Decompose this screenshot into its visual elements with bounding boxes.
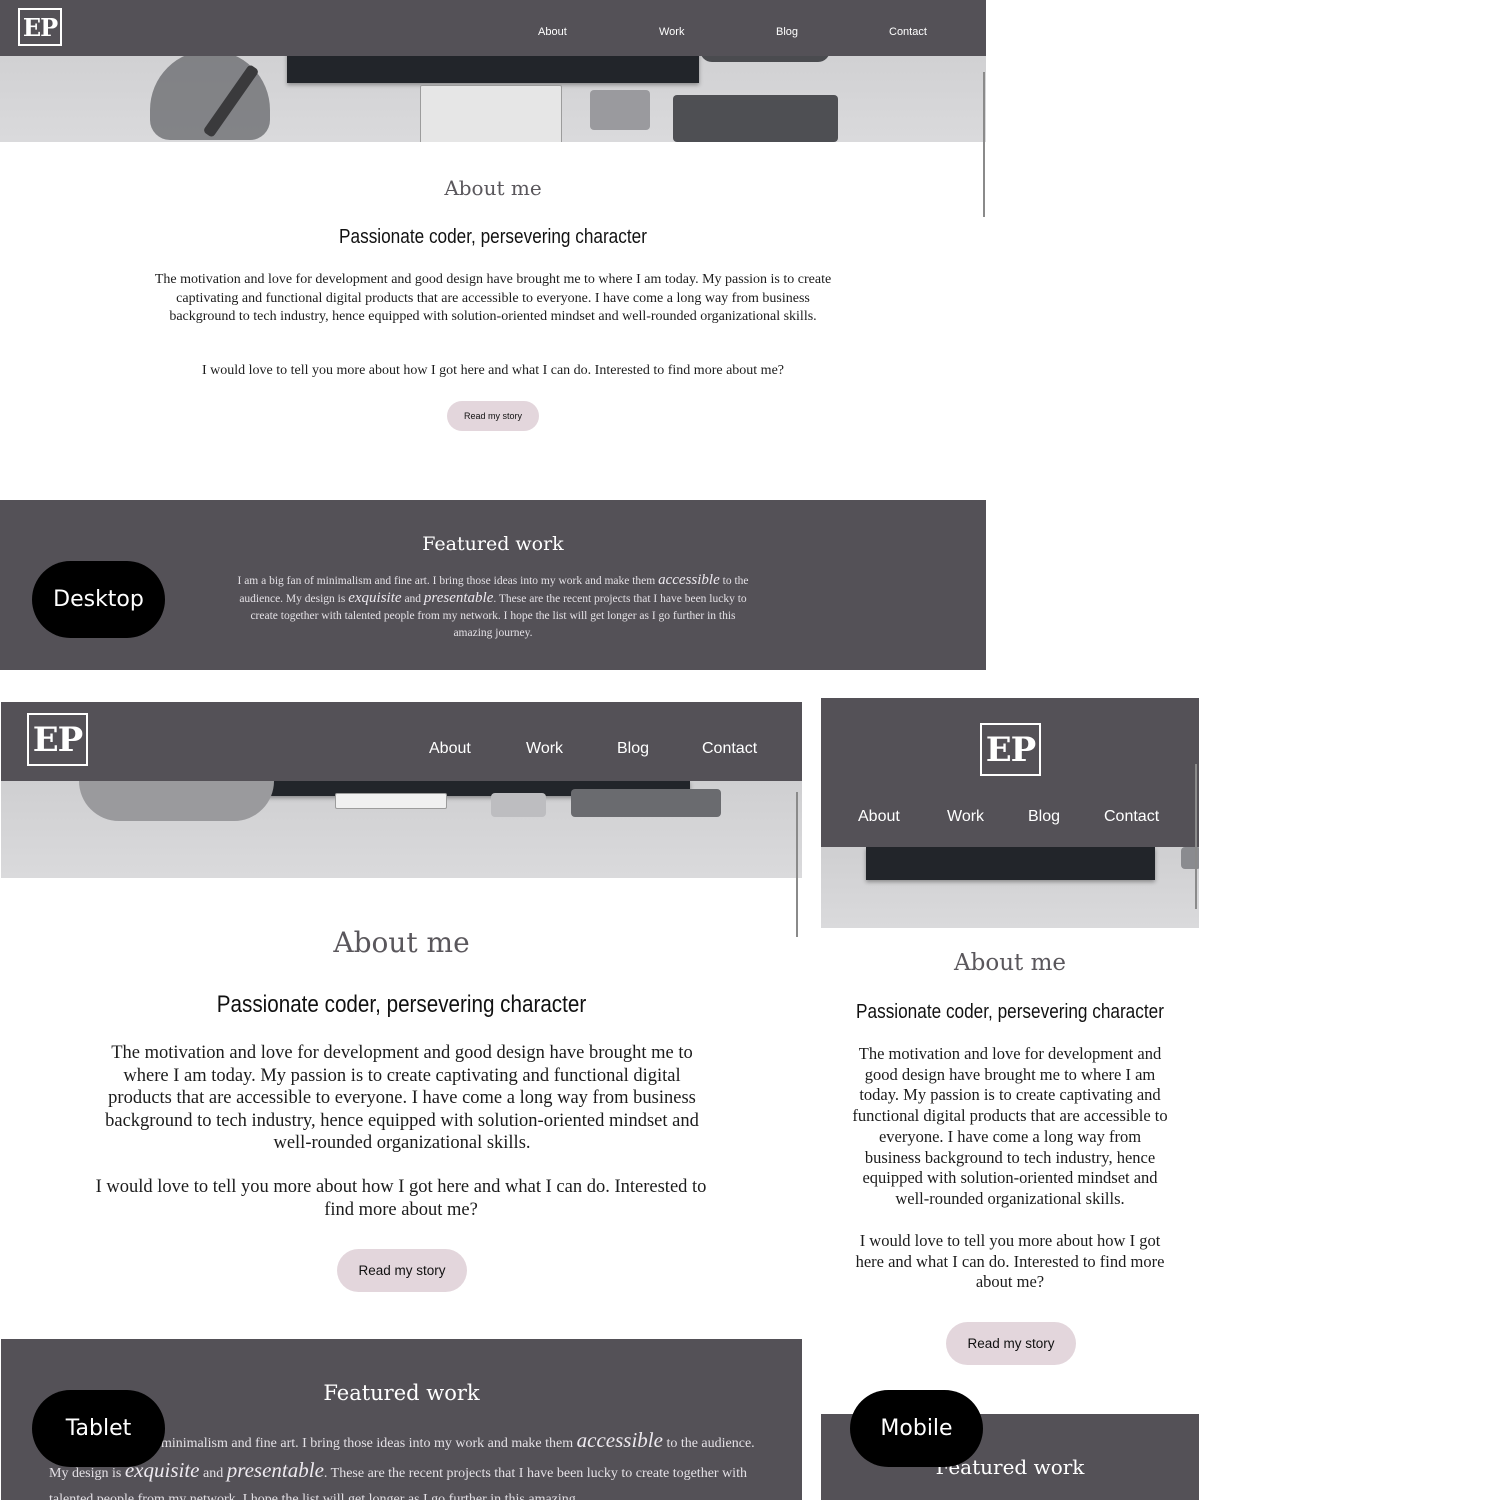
tablet-nav-work[interactable]: Work — [526, 740, 563, 758]
desktop-navbar: EP About Work Blog Contact — [0, 0, 986, 56]
mobile-nav-work[interactable]: Work — [947, 808, 984, 826]
desktop-featured-text: I am a big fan of minimalism and fine ar… — [237, 572, 749, 639]
desktop-featured-heading: Featured work — [422, 533, 564, 555]
mobile-nav-blog[interactable]: Blog — [1028, 808, 1060, 826]
mobile-nav-contact[interactable]: Contact — [1104, 808, 1159, 826]
tablet-hero-keyboard — [335, 793, 447, 809]
tablet-nav-contact[interactable]: Contact — [702, 740, 757, 758]
desktop-featured-em-accessible: accessible — [658, 572, 720, 588]
tablet-about-heading: About me — [333, 926, 470, 959]
desktop-about-subheading: Passionate coder, persevering character — [339, 226, 647, 248]
tablet-hero-image — [1, 781, 802, 878]
tablet-navbar: EP About Work Blog Contact — [1, 702, 802, 781]
tablet-hero-hand — [79, 781, 274, 821]
tablet-featured-em-accessible: accessible — [576, 1428, 663, 1452]
tablet-logo[interactable]: EP — [27, 713, 88, 766]
desktop-nav-contact[interactable]: Contact — [889, 26, 927, 38]
mobile-label: Mobile — [850, 1390, 983, 1467]
desktop-label: Desktop — [32, 561, 165, 638]
mobile-hero-image — [821, 847, 1199, 928]
mobile-hero-laptop — [866, 847, 1155, 880]
desktop-about-paragraph-1: The motivation and love for development … — [154, 272, 832, 324]
tablet-nav-blog[interactable]: Blog — [617, 740, 649, 758]
mobile-frame: EP About Work Blog Contact About me Pass… — [821, 698, 1199, 1500]
desktop-logo[interactable]: EP — [18, 8, 62, 46]
tablet-about-subheading: Passionate coder, persevering character — [216, 991, 587, 1018]
desktop-hero-card — [590, 90, 650, 130]
desktop-hero-phone — [673, 95, 838, 142]
desktop-scrollbar[interactable] — [983, 72, 985, 217]
mobile-about-heading: About me — [954, 950, 1066, 976]
tablet-frame: EP About Work Blog Contact About me Pass… — [1, 702, 802, 1500]
desktop-hero-keyboard — [420, 85, 562, 142]
mobile-about-paragraph-2: I would love to tell you more about how … — [855, 1231, 1165, 1292]
tablet-hero-card — [491, 793, 546, 817]
desktop-nav-about[interactable]: About — [538, 26, 567, 38]
tablet-read-story-button[interactable]: Read my story — [337, 1249, 467, 1292]
tablet-label: Tablet — [32, 1390, 165, 1467]
desktop-about-heading: About me — [444, 176, 542, 200]
mobile-about-subheading: Passionate coder, persevering character — [856, 1001, 1164, 1023]
mobile-navbar: EP About Work Blog Contact — [821, 698, 1199, 847]
mobile-read-story-button[interactable]: Read my story — [946, 1322, 1076, 1365]
tablet-scrollbar[interactable] — [796, 792, 798, 937]
desktop-nav-work[interactable]: Work — [659, 26, 684, 38]
tablet-featured-em-presentable: presentable — [226, 1458, 324, 1482]
desktop-featured-em-presentable: presentable — [423, 590, 494, 606]
mobile-nav-about[interactable]: About — [858, 808, 900, 826]
tablet-about-paragraph-1: The motivation and love for development … — [105, 1043, 699, 1153]
mobile-about-paragraph-1: The motivation and love for development … — [852, 1044, 1168, 1208]
desktop-about-paragraph-2: I would love to tell you more about how … — [202, 363, 784, 378]
tablet-nav-about[interactable]: About — [429, 740, 471, 758]
desktop-nav-blog[interactable]: Blog — [776, 26, 798, 38]
tablet-about-paragraph-2: I would love to tell you more about how … — [95, 1177, 707, 1220]
desktop-featured-em-exquisite: exquisite — [348, 590, 402, 606]
desktop-read-story-button[interactable]: Read my story — [447, 401, 539, 431]
mobile-logo[interactable]: EP — [980, 723, 1041, 776]
tablet-hero-phone — [571, 789, 721, 817]
mobile-scrollbar[interactable] — [1195, 764, 1197, 909]
